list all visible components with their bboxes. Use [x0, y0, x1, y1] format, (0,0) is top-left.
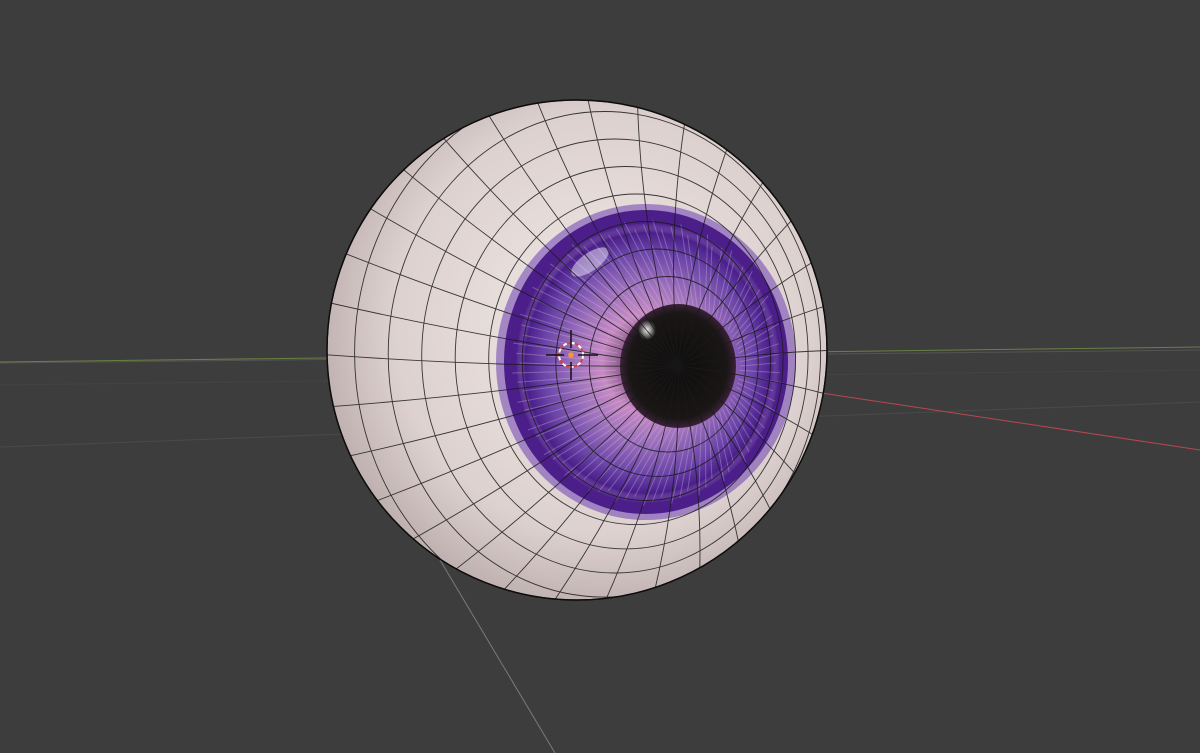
origin-point-icon — [568, 352, 574, 358]
eyeball-mesh[interactable] — [221, 0, 887, 718]
iris-fiber — [704, 421, 707, 488]
3d-viewport[interactable] — [0, 0, 1200, 753]
viewport-canvas[interactable] — [0, 0, 1200, 753]
